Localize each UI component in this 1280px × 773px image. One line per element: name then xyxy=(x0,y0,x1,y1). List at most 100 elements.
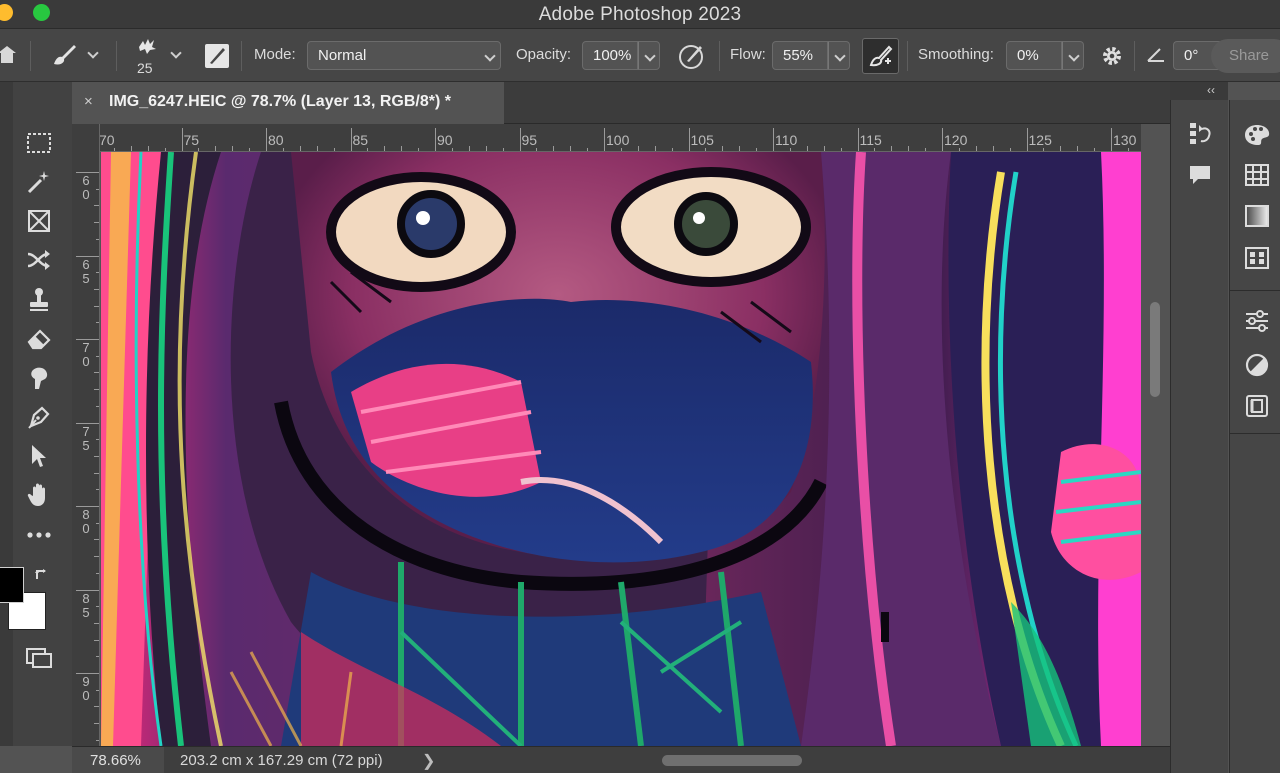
flow-input[interactable]: 55% xyxy=(772,41,828,70)
divider xyxy=(719,41,720,71)
airbrush-toggle-icon[interactable] xyxy=(862,38,899,74)
patterns-icon[interactable] xyxy=(1242,243,1272,273)
frame-tool-icon[interactable] xyxy=(22,204,56,238)
document-tab[interactable]: × IMG_6247.HEIC @ 78.7% (Layer 13, RGB/8… xyxy=(72,82,504,124)
share-button[interactable]: Share xyxy=(1211,39,1280,73)
smoothing-input[interactable]: 0% xyxy=(1006,41,1062,70)
brush-tool-preset-icon[interactable] xyxy=(50,42,78,73)
gradients-icon[interactable] xyxy=(1242,201,1272,231)
smudge-tool-icon[interactable] xyxy=(22,361,56,395)
smoothing-dropdown-button[interactable] xyxy=(1062,41,1084,70)
blend-mode-select[interactable]: Normal xyxy=(307,41,501,70)
divider xyxy=(116,41,117,71)
color-palette-icon[interactable] xyxy=(1242,120,1272,150)
vertical-scrollbar-thumb[interactable] xyxy=(1150,302,1160,397)
chevron-down-icon[interactable] xyxy=(87,47,99,59)
share-button-label: Share xyxy=(1229,47,1270,64)
document-tab-title: IMG_6247.HEIC @ 78.7% (Layer 13, RGB/8*)… xyxy=(109,93,451,110)
collapse-panels-button[interactable]: ‹‹ xyxy=(1170,82,1228,100)
divider xyxy=(30,41,31,71)
ruler-minor-tick xyxy=(96,606,99,608)
artwork-image xyxy=(101,152,1141,746)
close-icon[interactable]: × xyxy=(84,93,93,110)
ruler-label: 100 xyxy=(606,132,630,148)
document-canvas[interactable] xyxy=(101,152,1141,746)
ruler-minor-tick xyxy=(94,639,99,641)
divider xyxy=(1230,433,1280,434)
opacity-label: Opacity: xyxy=(516,46,572,63)
home-icon[interactable] xyxy=(0,45,16,70)
opacity-value: 100% xyxy=(593,47,632,64)
ruler-minor-tick xyxy=(94,556,99,558)
pressure-opacity-icon[interactable] xyxy=(678,42,706,75)
chevron-down-icon[interactable] xyxy=(170,47,182,59)
rectangular-marquee-tool-icon[interactable] xyxy=(22,126,56,160)
divider xyxy=(241,41,242,71)
path-selection-tool-icon[interactable] xyxy=(22,439,56,473)
ruler-minor-tick xyxy=(96,489,99,491)
horizontal-ruler[interactable]: 70 75 80 85 90 95 100 105 110 115 120 125 130 xyxy=(100,124,1141,152)
hand-tool-icon[interactable] xyxy=(22,478,56,512)
smoothing-label: Smoothing: xyxy=(918,46,994,63)
flow-dropdown-button[interactable] xyxy=(828,41,850,70)
libraries-icon[interactable] xyxy=(1242,391,1272,421)
tools-panel xyxy=(0,82,72,746)
ruler-label: 85 xyxy=(82,590,90,620)
eraser-tool-icon[interactable] xyxy=(22,322,56,356)
panel-dock-main xyxy=(1229,100,1280,773)
brush-tip-icon[interactable] xyxy=(136,37,158,60)
status-info-menu-icon[interactable]: ❯ xyxy=(422,751,435,771)
ruler-minor-tick xyxy=(96,272,99,274)
chevron-down-icon xyxy=(1068,50,1080,62)
ruler-major-tick xyxy=(773,128,774,151)
vertical-scrollbar[interactable] xyxy=(1141,152,1169,746)
ruler-minor-tick xyxy=(94,305,99,307)
swap-colors-icon[interactable] xyxy=(34,567,50,588)
ruler-minor-tick xyxy=(94,372,99,374)
pen-tool-icon[interactable] xyxy=(22,400,56,434)
ruler-major-tick xyxy=(266,128,267,151)
magic-wand-tool-icon[interactable] xyxy=(22,165,56,199)
ruler-major-tick xyxy=(1026,128,1028,151)
ruler-label: 75 xyxy=(183,132,200,148)
ruler-minor-tick xyxy=(96,522,99,524)
chevron-down-icon xyxy=(484,50,496,62)
content-aware-move-tool-icon[interactable] xyxy=(22,243,56,277)
properties-icon[interactable] xyxy=(1242,306,1272,336)
zoom-level-value: 78.66% xyxy=(90,752,141,769)
ruler-minor-tick xyxy=(96,238,99,240)
more-tools-icon[interactable] xyxy=(22,518,56,552)
gear-icon[interactable] xyxy=(1100,44,1124,73)
ruler-minor-tick xyxy=(94,706,99,708)
comments-icon[interactable] xyxy=(1185,160,1215,190)
brush-settings-panel-icon[interactable] xyxy=(204,43,230,74)
vertical-ruler[interactable]: 60 65 70 75 80 85 90 xyxy=(72,124,100,746)
history-icon[interactable] xyxy=(1185,119,1215,149)
panel-dock-history xyxy=(1170,82,1228,773)
adjustments-icon[interactable] xyxy=(1242,350,1272,380)
ruler-label: 80 xyxy=(268,132,284,148)
zoom-level-field[interactable]: 78.66% xyxy=(72,747,164,773)
ruler-label: 70 xyxy=(100,132,115,148)
horizontal-scrollbar-thumb[interactable] xyxy=(662,755,802,766)
collapse-panels-icon: ‹‹ xyxy=(1207,83,1215,97)
ruler-label: 60 xyxy=(82,173,90,202)
ruler-label: 115 xyxy=(859,132,882,148)
title-bar: Adobe Photoshop 2023 xyxy=(0,0,1280,29)
ruler-minor-tick xyxy=(96,439,99,441)
ruler-minor-tick xyxy=(94,622,99,624)
opacity-dropdown-button[interactable] xyxy=(638,41,660,70)
opacity-input[interactable]: 100% xyxy=(582,41,638,70)
ruler-major-tick xyxy=(181,128,183,151)
ruler-minor-tick xyxy=(94,455,99,457)
mode-label: Mode: xyxy=(254,46,296,63)
flow-label: Flow: xyxy=(730,46,766,63)
ruler-label: 120 xyxy=(944,132,968,148)
swatches-icon[interactable] xyxy=(1242,160,1272,190)
clone-stamp-tool-icon[interactable] xyxy=(22,282,56,316)
foreground-color-swatch[interactable] xyxy=(0,567,24,603)
ruler-minor-tick xyxy=(96,656,99,658)
screen-mode-icon[interactable] xyxy=(25,647,53,674)
chevron-down-icon xyxy=(644,50,656,62)
ruler-minor-tick xyxy=(96,188,99,190)
